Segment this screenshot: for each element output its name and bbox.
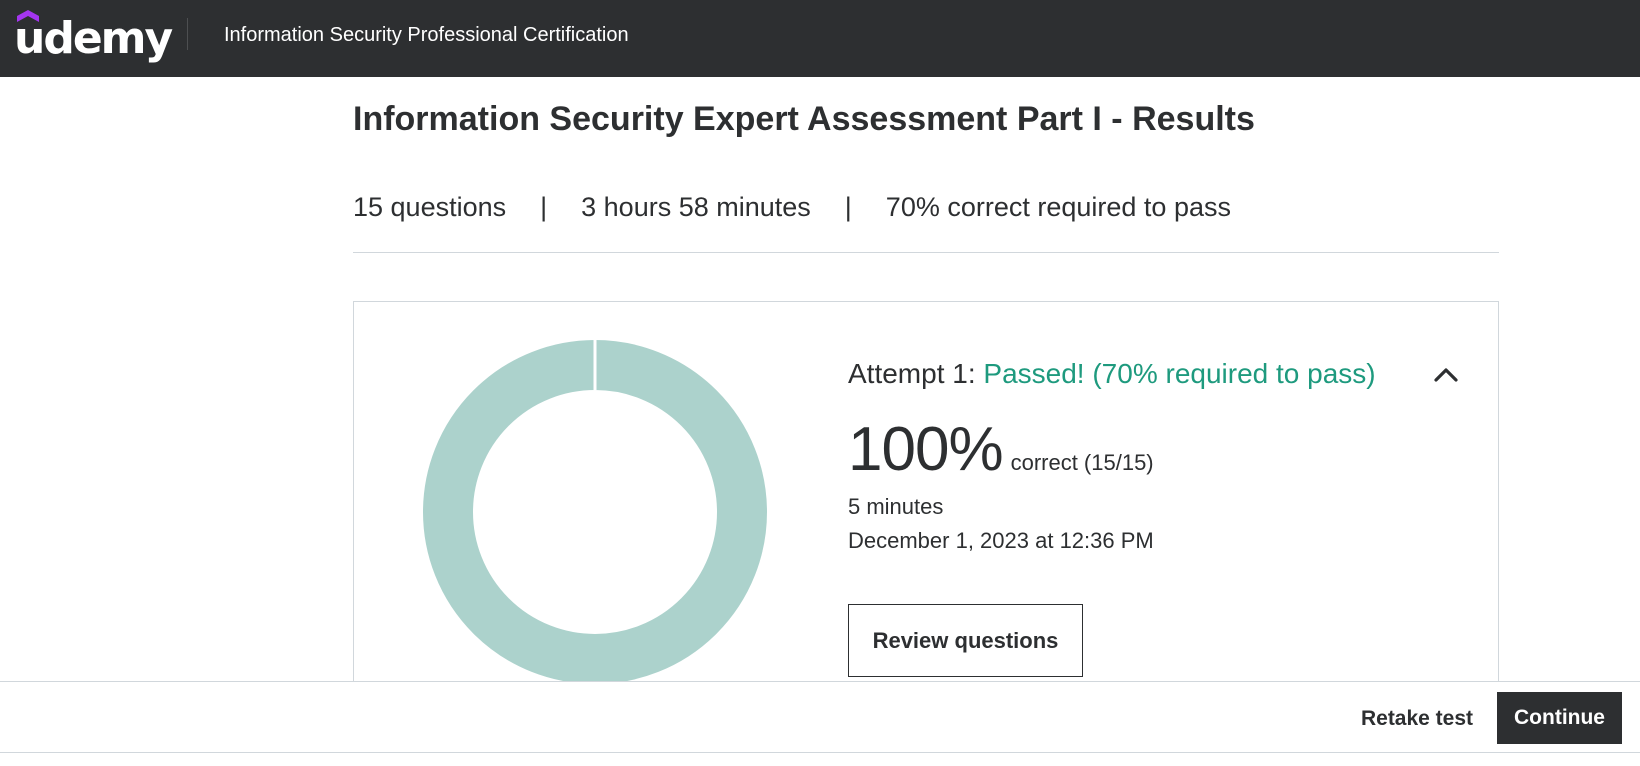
course-title[interactable]: Information Security Professional Certif… — [224, 22, 629, 48]
stats-divider — [353, 252, 1499, 253]
retake-test-button[interactable]: Retake test — [1352, 694, 1482, 744]
time-limit: 3 hours 58 minutes — [581, 192, 811, 222]
top-header-bar: udemy Information Security Professional … — [0, 0, 1640, 77]
page-title: Information Security Expert Assessment P… — [353, 100, 1255, 138]
assessment-stats: 15 questions | 3 hours 58 minutes | 70% … — [353, 187, 1231, 227]
score-line: 100% correct (15/15) — [848, 412, 1154, 488]
chevron-up-icon[interactable] — [1432, 362, 1460, 386]
logo-text: udemy — [14, 13, 173, 64]
score-detail: correct (15/15) — [1010, 450, 1154, 475]
attempt-label: Attempt 1: — [848, 358, 976, 389]
donut-ring — [423, 340, 767, 684]
review-questions-button[interactable]: Review questions — [848, 604, 1083, 677]
time-taken: 5 minutes — [848, 494, 944, 519]
attempt-summary: Attempt 1: Passed! (70% required to pass… — [848, 354, 1376, 394]
header-divider — [187, 18, 188, 50]
footer-action-bar: Retake test Continue — [0, 681, 1640, 753]
score-donut-chart — [423, 340, 767, 684]
attempt-date: December 1, 2023 at 12:36 PM — [848, 528, 1154, 553]
stats-separator: | — [844, 192, 852, 222]
udemy-logo[interactable]: udemy — [14, 8, 173, 64]
stats-separator: | — [540, 192, 548, 222]
score-percent: 100% — [848, 415, 1004, 484]
continue-button[interactable]: Continue — [1497, 692, 1622, 744]
pass-requirement: 70% correct required to pass — [885, 192, 1231, 222]
attempt-status: Passed! (70% required to pass) — [983, 358, 1376, 389]
attempt-result-card: Attempt 1: Passed! (70% required to pass… — [353, 301, 1499, 701]
question-count: 15 questions — [353, 192, 507, 222]
